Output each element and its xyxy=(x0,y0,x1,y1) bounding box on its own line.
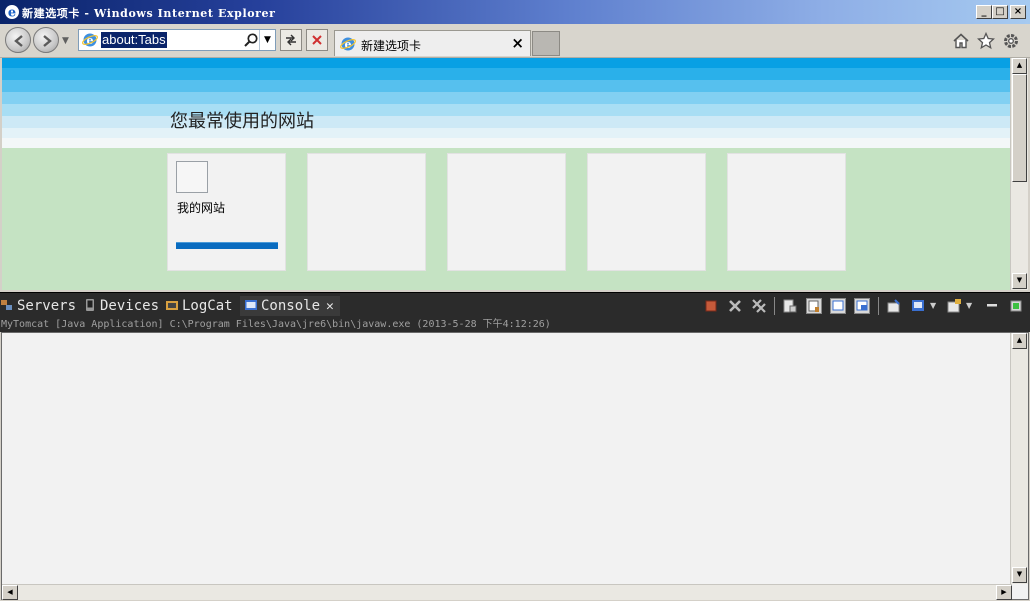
site-tile[interactable]: 我的网站 xyxy=(167,153,286,271)
tab-devices-label: Devices xyxy=(100,298,160,314)
tab-devices[interactable]: Devices xyxy=(83,296,159,316)
empty-site-tile[interactable] xyxy=(587,153,706,271)
servers-icon xyxy=(1,300,12,310)
search-icon[interactable] xyxy=(243,32,259,48)
window-titlebar[interactable]: e 新建选项卡 - Windows Internet Explorer _ □ … xyxy=(0,0,1030,24)
tab-logcat-label: LogCat xyxy=(182,298,233,314)
empty-site-tile[interactable] xyxy=(727,153,846,271)
console-output[interactable]: ▲ ▼ ◀ ▶ xyxy=(1,332,1029,600)
back-arrow-icon xyxy=(14,35,23,47)
pin-console-icon[interactable] xyxy=(886,298,902,314)
tab-servers[interactable]: Servers xyxy=(0,296,76,316)
tab-console-label: Console xyxy=(261,298,321,314)
site-tile-label: 我的网站 xyxy=(177,201,226,215)
home-icon[interactable] xyxy=(952,32,970,50)
terminate-icon[interactable] xyxy=(703,298,719,314)
scroll-up-button[interactable]: ▲ xyxy=(1012,58,1027,74)
stop-icon xyxy=(312,35,322,45)
console-horizontal-scrollbar[interactable]: ◀ ▶ xyxy=(2,584,1012,600)
page-ie-icon: e xyxy=(82,33,98,47)
toolbar-separator xyxy=(878,297,879,315)
forward-button[interactable] xyxy=(33,27,59,53)
section-title: 您最常使用的网站 xyxy=(170,111,314,132)
open-console-dropdown[interactable]: ▼ xyxy=(966,298,982,314)
close-window-button[interactable]: × xyxy=(1010,5,1026,19)
console-icon xyxy=(245,300,257,310)
svg-text:e: e xyxy=(8,6,16,21)
tab-servers-label: Servers xyxy=(17,298,77,314)
display-console-icon[interactable] xyxy=(910,298,926,314)
site-thumbnail-icon xyxy=(176,161,208,193)
logcat-icon xyxy=(166,301,178,310)
console-process-label: MyTomcat [Java Application] C:\Program F… xyxy=(0,317,1030,332)
new-tab-button[interactable] xyxy=(532,31,560,56)
refresh-icon xyxy=(286,34,296,46)
gear-icon[interactable] xyxy=(1002,32,1020,50)
console-scroll-up-button[interactable]: ▲ xyxy=(1012,333,1027,349)
stop-button[interactable] xyxy=(306,29,328,51)
favorites-star-icon[interactable] xyxy=(977,32,995,50)
scroll-thumb[interactable] xyxy=(1012,74,1027,182)
site-activity-bar xyxy=(176,242,278,249)
console-vertical-scrollbar[interactable]: ▲ ▼ xyxy=(1010,333,1028,584)
eclipse-views-bar: Servers Devices LogCat Console ✕ ▼ ▼ xyxy=(0,292,1030,317)
back-button[interactable] xyxy=(5,27,31,53)
display-console-dropdown[interactable]: ▼ xyxy=(930,298,946,314)
tab-new-tab[interactable]: e 新建选项卡 × xyxy=(334,30,531,56)
minimize-view-icon[interactable] xyxy=(984,298,1000,314)
tab-logcat[interactable]: LogCat xyxy=(165,296,233,316)
console-scroll-right-button[interactable]: ▶ xyxy=(996,585,1012,600)
header-banner xyxy=(2,58,1010,148)
ie-logo-icon: e xyxy=(5,5,19,21)
maximize-button[interactable]: □ xyxy=(992,5,1008,19)
window-title: 新建选项卡 - Windows Internet Explorer xyxy=(22,7,276,20)
scroll-down-button[interactable]: ▼ xyxy=(1012,273,1027,289)
empty-site-tile[interactable] xyxy=(307,153,426,271)
recent-pages-dropdown[interactable]: ▼ xyxy=(62,36,69,46)
page-vertical-scrollbar[interactable]: ▲ ▼ xyxy=(1010,58,1028,290)
open-console-icon[interactable] xyxy=(946,298,962,314)
ie-toolbar: ▼ e about:Tabs ▼ e 新建选项卡 × xyxy=(0,24,1030,58)
scroll-lock-icon[interactable] xyxy=(806,298,822,314)
tab-console[interactable]: Console ✕ xyxy=(240,296,340,316)
console-close-icon[interactable]: ✕ xyxy=(326,299,334,314)
minimize-button[interactable]: _ xyxy=(976,5,992,19)
compatibility-refresh-button[interactable] xyxy=(280,29,302,51)
clear-console-icon[interactable] xyxy=(782,298,798,314)
tab-ie-icon: e xyxy=(340,37,356,51)
new-tab-page: 您最常使用的网站 我的网站 xyxy=(2,58,1010,290)
address-input[interactable]: about:Tabs xyxy=(101,32,167,48)
show-on-stderr-icon[interactable] xyxy=(854,298,870,314)
address-dropdown-button[interactable]: ▼ xyxy=(259,30,275,50)
toolbar-separator xyxy=(774,297,775,315)
maximize-view-icon[interactable] xyxy=(1008,298,1024,314)
address-bar[interactable]: e about:Tabs ▼ xyxy=(78,29,276,51)
tab-close-button[interactable]: × xyxy=(511,34,524,52)
tab-label: 新建选项卡 xyxy=(361,39,422,53)
remove-all-launches-icon[interactable] xyxy=(751,298,767,314)
show-on-stdout-icon[interactable] xyxy=(830,298,846,314)
devices-icon xyxy=(86,299,94,311)
console-scroll-left-button[interactable]: ◀ xyxy=(2,585,18,600)
empty-site-tile[interactable] xyxy=(447,153,566,271)
remove-launch-icon[interactable] xyxy=(727,298,743,314)
forward-arrow-icon xyxy=(43,35,52,47)
console-scroll-down-button[interactable]: ▼ xyxy=(1012,567,1027,583)
